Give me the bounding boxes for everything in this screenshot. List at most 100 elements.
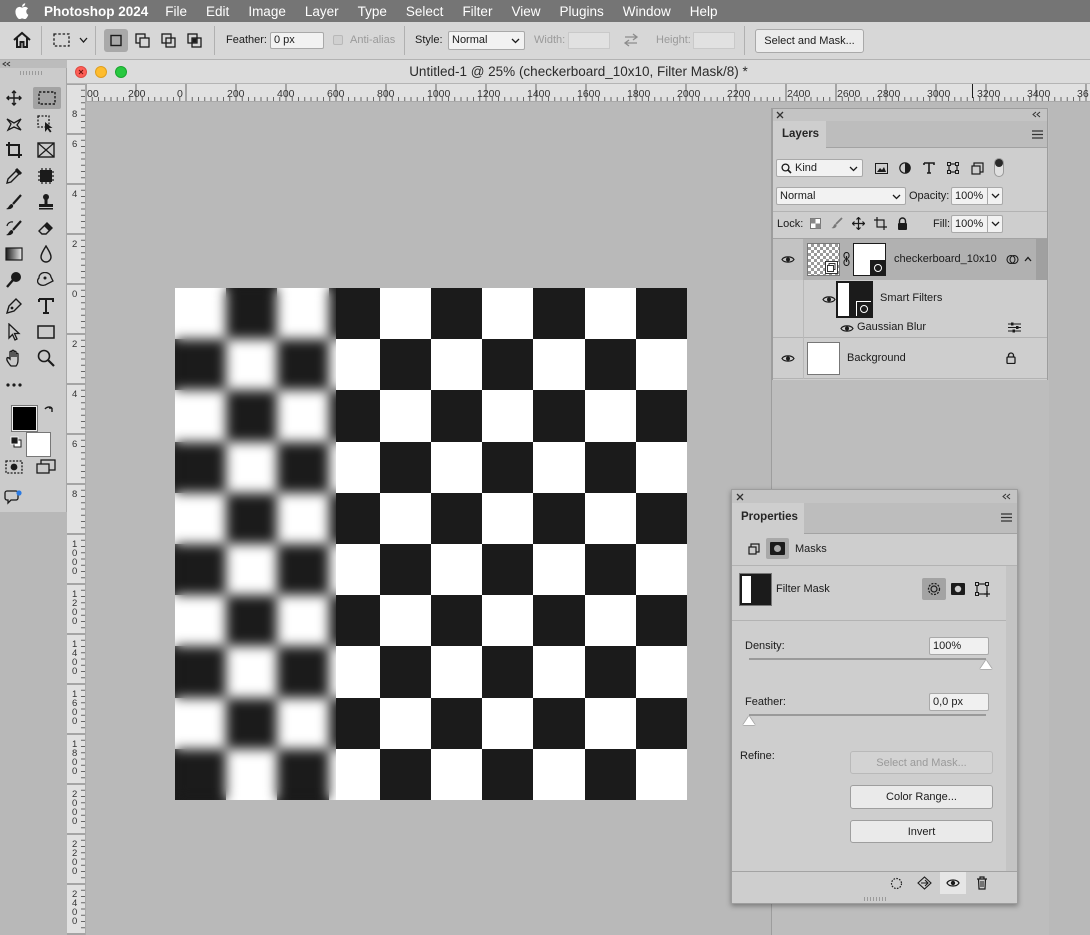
type-tool-icon[interactable] (35, 296, 57, 316)
mask-mode-button[interactable] (766, 538, 789, 559)
dodge-tool-icon[interactable] (3, 270, 25, 290)
invert-button[interactable]: Invert (850, 820, 993, 843)
menu-filter[interactable]: Filter (462, 4, 492, 19)
density-slider-track[interactable] (749, 658, 986, 660)
smart-filters-label[interactable]: Smart Filters (880, 292, 942, 304)
crop-tool-icon[interactable] (3, 140, 25, 160)
filter-effects-icon[interactable] (1006, 253, 1019, 266)
smart-object-filter-icon[interactable] (969, 160, 985, 176)
fill-dropdown[interactable] (987, 216, 1002, 232)
scrollbar[interactable] (1006, 566, 1017, 871)
opacity-input[interactable]: 100% (951, 187, 1003, 205)
width-input[interactable] (568, 32, 610, 49)
toolbar-header[interactable] (0, 60, 67, 68)
subtract-selection-icon[interactable] (157, 29, 181, 52)
smudge-tool-icon[interactable] (35, 270, 57, 290)
more-tools-icon[interactable] (3, 375, 25, 395)
lock-pixels-icon[interactable] (830, 216, 844, 230)
path-selection-tool-icon[interactable] (3, 322, 25, 342)
zoom-tool-icon[interactable] (35, 348, 57, 368)
panel-header[interactable] (773, 109, 1047, 121)
select-and-mask-button[interactable]: Select and Mask... (755, 29, 864, 53)
eye-icon[interactable] (840, 324, 854, 333)
feather-input[interactable]: 0 px (270, 32, 324, 49)
feather-slider-thumb[interactable] (743, 716, 755, 725)
menu-help[interactable]: Help (690, 4, 718, 19)
swap-icon[interactable] (622, 33, 640, 47)
eyedropper-tool-icon[interactable] (3, 166, 25, 186)
gradient-tool-icon[interactable] (3, 244, 25, 264)
collapse-panel-icon[interactable] (1032, 111, 1042, 118)
vertical-ruler[interactable]: 8 6 4 2 0 2 4 6 8 1 0 0 0 1 2 0 0 1 4 0 … (67, 84, 86, 935)
layer-row[interactable]: checkerboard_10x10 (773, 239, 1047, 280)
history-brush-tool-icon[interactable] (3, 218, 25, 238)
select-pixel-mask-button[interactable] (922, 578, 946, 600)
height-input[interactable] (693, 32, 735, 49)
gaussian-blur-label[interactable]: Gaussian Blur (857, 321, 926, 333)
type-filter-icon[interactable] (921, 160, 937, 176)
scrollbar[interactable] (1036, 239, 1047, 280)
filter-kind-select[interactable]: Kind (776, 159, 863, 177)
tab-layers[interactable]: Layers (773, 121, 826, 148)
screen-mode-icon[interactable] (35, 457, 57, 477)
horizontal-ruler[interactable]: 00 200 0 200 400 600 800 1000 1200 1400 … (86, 84, 1090, 102)
rectangle-tool-icon[interactable] (35, 322, 57, 342)
background-color-swatch[interactable] (26, 432, 51, 457)
smart-object-icon[interactable] (748, 543, 760, 555)
opacity-dropdown[interactable] (987, 188, 1002, 204)
eye-icon[interactable] (781, 354, 795, 363)
feather-slider-track[interactable] (749, 714, 986, 716)
layer-thumbnail[interactable] (807, 342, 840, 375)
panel-menu-icon[interactable] (1032, 130, 1043, 139)
collapse-icon[interactable] (2, 61, 12, 67)
filter-mask-thumbnail[interactable] (739, 573, 772, 606)
apply-mask-icon[interactable] (917, 876, 932, 890)
swap-colors-icon[interactable] (43, 405, 55, 417)
intersect-selection-icon[interactable] (183, 29, 207, 52)
style-select[interactable]: Normal (448, 31, 525, 50)
add-pixel-mask-icon[interactable] (950, 582, 966, 596)
frame-grid-tool-icon[interactable] (35, 166, 57, 186)
brush-tool-icon[interactable] (3, 192, 25, 212)
select-and-mask-button[interactable]: Select and Mask... (850, 751, 993, 774)
eye-icon[interactable] (822, 295, 836, 304)
menu-edit[interactable]: Edit (206, 4, 229, 19)
menu-type[interactable]: Type (358, 4, 387, 19)
link-icon[interactable] (843, 252, 850, 266)
menu-view[interactable]: View (511, 4, 540, 19)
resize-grip[interactable] (864, 897, 886, 901)
panel-menu-icon[interactable] (1001, 513, 1012, 522)
close-panel-icon[interactable] (776, 111, 784, 119)
chevron-up-icon[interactable] (1024, 256, 1032, 262)
add-vector-mask-icon[interactable] (975, 582, 991, 597)
adjustment-filter-icon[interactable] (897, 160, 913, 176)
grip-handle[interactable] (20, 71, 42, 75)
menu-plugins[interactable]: Plugins (559, 4, 603, 19)
load-selection-icon[interactable] (890, 877, 903, 890)
layer-name[interactable]: Background (847, 352, 906, 364)
density-slider-thumb[interactable] (980, 660, 992, 669)
lock-transparency-icon[interactable] (808, 216, 822, 230)
visibility-cell[interactable] (773, 239, 803, 280)
object-selection-tool-icon[interactable] (35, 114, 57, 134)
pixel-layer-filter-icon[interactable] (873, 160, 889, 176)
eye-icon[interactable] (781, 255, 795, 264)
filter-toggle[interactable] (994, 158, 1004, 177)
layer-row[interactable]: Background (773, 338, 1047, 379)
quick-mask-icon[interactable] (3, 457, 25, 477)
shape-filter-icon[interactable] (945, 160, 961, 176)
color-range-button[interactable]: Color Range... (850, 785, 993, 809)
delete-mask-icon[interactable] (976, 876, 988, 890)
menu-file[interactable]: File (165, 4, 187, 19)
toggle-mask-visibility-button[interactable] (940, 872, 966, 894)
default-colors-icon[interactable] (10, 436, 22, 448)
layer-name[interactable]: checkerboard_10x10 (894, 253, 997, 265)
edit-toolbar-icon[interactable] (3, 486, 25, 506)
lock-artboard-icon[interactable] (873, 216, 887, 230)
tab-properties[interactable]: Properties (732, 503, 804, 534)
checkerboard-canvas[interactable] (175, 288, 687, 800)
blur-tool-icon[interactable] (35, 244, 57, 264)
collapse-panel-icon[interactable] (1002, 493, 1012, 500)
move-tool-icon[interactable] (3, 88, 25, 108)
menu-window[interactable]: Window (623, 4, 671, 19)
